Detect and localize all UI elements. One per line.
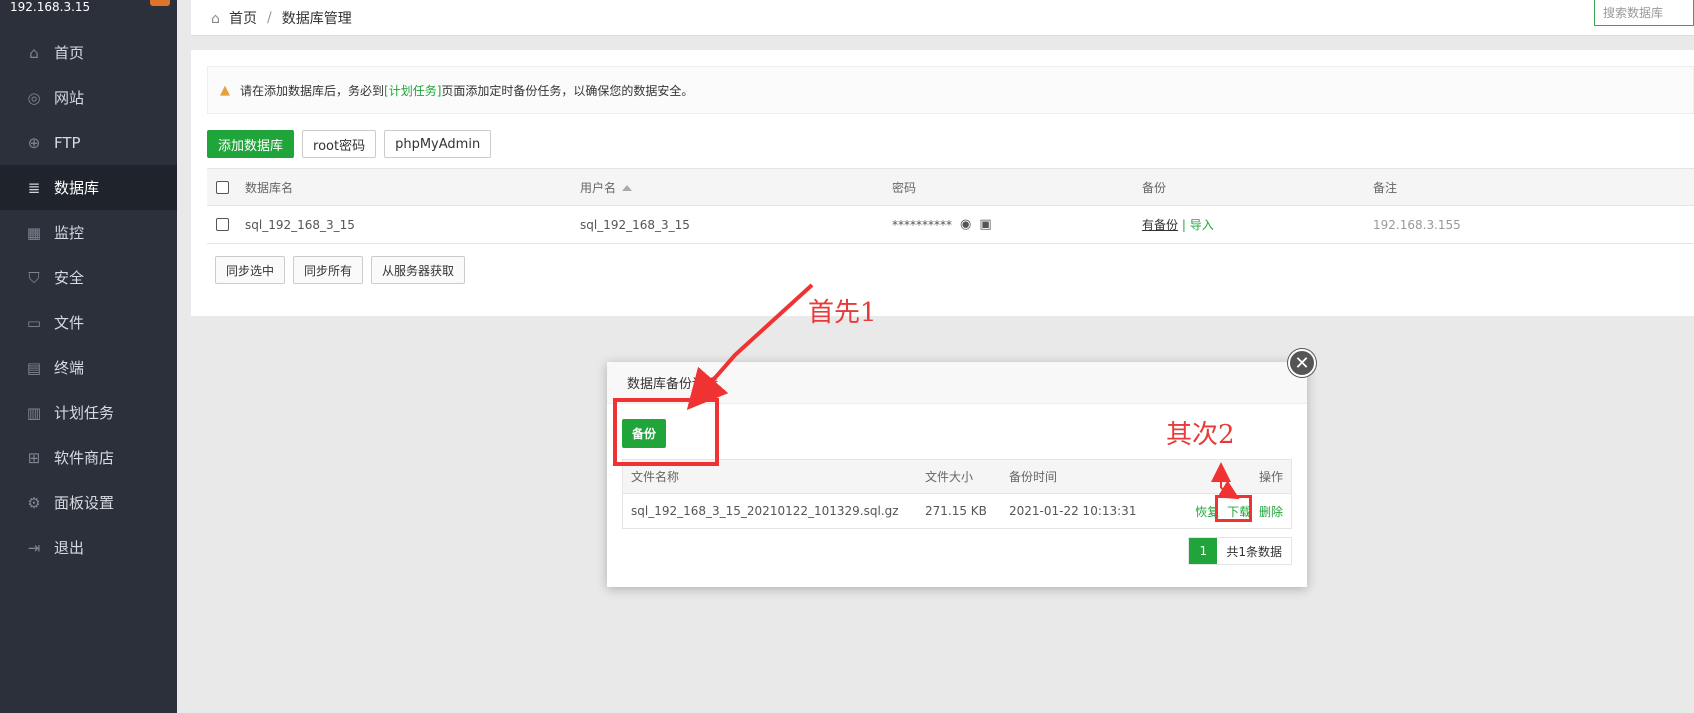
arrow-first [686, 283, 814, 411]
annotation-arrows [686, 283, 1240, 500]
arrow-second-b [1217, 480, 1240, 500]
